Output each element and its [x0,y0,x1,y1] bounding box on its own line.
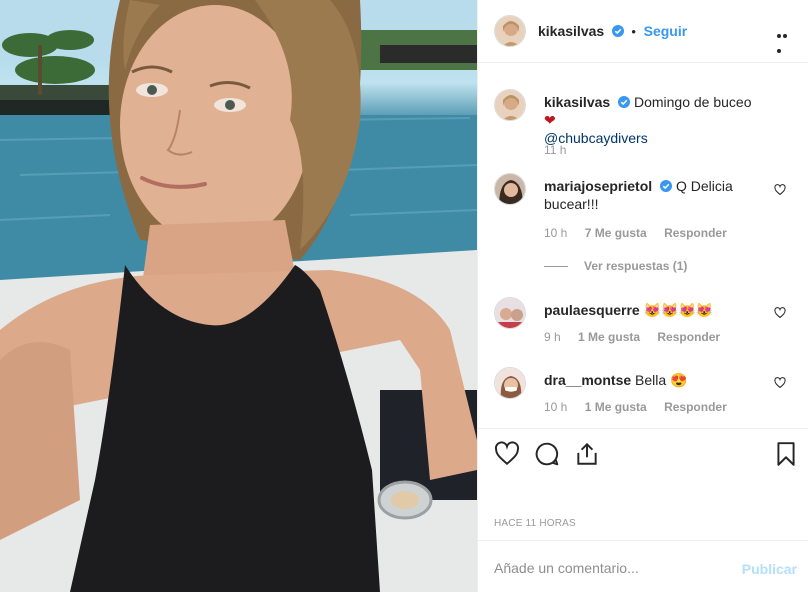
publish-button[interactable]: Publicar [742,561,797,577]
separator-dot: • [631,24,636,39]
like-comment-heart-icon[interactable] [774,184,786,196]
comment-text: 😻😻😻😻 [643,302,714,318]
reply-button[interactable]: Responder [664,400,727,414]
more-options-icon[interactable] [777,26,793,53]
comment-time: 10 h [544,226,568,240]
view-replies-label: Ver respuestas (1) [584,259,688,273]
verified-badge-icon [618,96,631,108]
like-comment-heart-icon[interactable] [774,307,786,319]
verified-badge-icon [611,25,624,37]
caption-author-avatar[interactable] [494,89,526,121]
comment-username[interactable]: mariajoseprietol [544,178,652,194]
post-timestamp: HACE 11 HORAS [494,518,576,529]
instagram-post: kikasilvas • Seguir kikasilvas Domingo d… [0,0,808,592]
comment-likes-count[interactable]: 7 Me gusta [585,226,647,240]
caption-time: 11 h [544,143,567,157]
comment-item: dra__montse Bella 😍 10 h 1 Me gusta Resp… [494,367,794,427]
heart-emoji: ❤ [544,112,556,128]
caption-meta: 11 h [544,143,580,157]
heart-icon[interactable] [494,441,520,467]
follow-button[interactable]: Seguir [644,23,688,39]
commenter-avatar[interactable] [494,367,526,399]
comment-input[interactable] [494,555,734,581]
post-header: kikasilvas • Seguir [478,0,808,63]
comment-meta: 10 h 7 Me gusta Responder [544,226,741,240]
comment-username[interactable]: dra__montse [544,372,631,388]
comment-body: paulaesquerre 😻😻😻😻 [544,301,764,319]
comment-meta: 9 h 1 Me gusta Responder [544,330,734,344]
comment-time: 9 h [544,330,561,344]
reply-button[interactable]: Responder [664,226,727,240]
comments-list: kikasilvas Domingo de buceo ❤ @chubcaydi… [478,63,808,428]
caption-body: kikasilvas Domingo de buceo ❤ @chubcaydi… [544,93,764,147]
comment-item: paulaesquerre 😻😻😻😻 9 h 1 Me gusta Respon… [494,297,794,357]
author-avatar[interactable] [494,15,526,47]
comment-body: mariajoseprietol Q Delicia bucear!!! [544,177,764,213]
author-username[interactable]: kikasilvas [538,23,604,39]
comment-likes-count[interactable]: 1 Me gusta [578,330,640,344]
verified-badge-icon [660,180,673,192]
selfie-photo-illustration [0,0,477,592]
view-replies-button[interactable]: Ver respuestas (1) [544,259,687,273]
post-photo[interactable] [0,0,477,592]
reply-button[interactable]: Responder [657,330,720,344]
share-icon[interactable] [574,441,600,467]
caption: kikasilvas Domingo de buceo ❤ @chubcaydi… [494,89,794,159]
caption-username[interactable]: kikasilvas [544,94,610,110]
comment-likes-count[interactable]: 1 Me gusta [585,400,647,414]
action-bar [478,428,808,478]
comment-body: dra__montse Bella 😍 [544,371,764,389]
comment-item: mariajoseprietol Q Delicia bucear!!! 10 … [494,173,794,253]
commenter-avatar[interactable] [494,297,526,329]
caption-text: Domingo de buceo [633,94,752,110]
replies-divider [544,266,568,268]
like-comment-heart-icon[interactable] [774,377,786,389]
comment-icon[interactable] [534,441,560,467]
bookmark-icon[interactable] [773,441,799,467]
add-comment-bar: Publicar [478,540,808,592]
commenter-avatar[interactable] [494,173,526,205]
post-side-panel: kikasilvas • Seguir kikasilvas Domingo d… [477,0,808,592]
comment-text: Bella 😍 [635,372,688,388]
comment-username[interactable]: paulaesquerre [544,302,640,318]
comment-meta: 10 h 1 Me gusta Responder [544,400,741,414]
comment-time: 10 h [544,400,568,414]
